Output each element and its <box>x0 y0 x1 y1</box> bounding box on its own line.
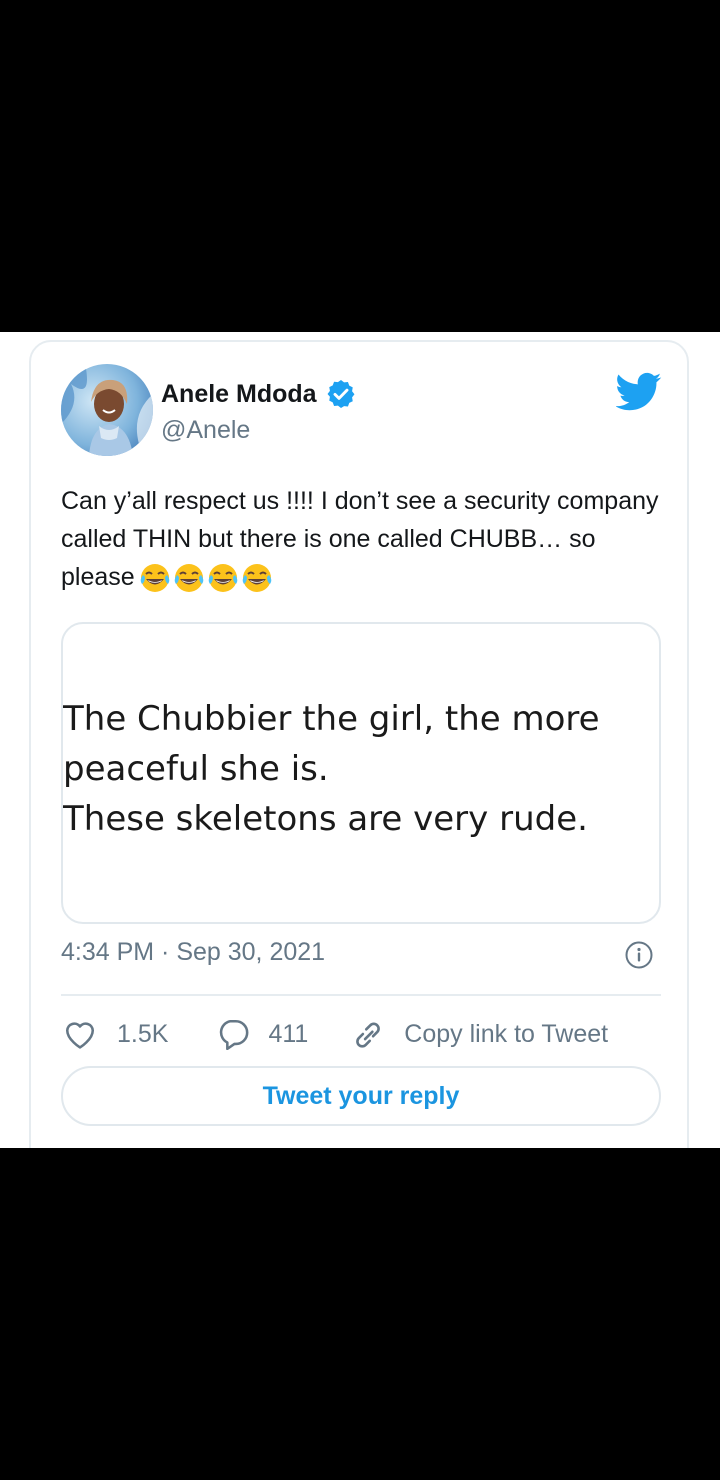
tweet-text: Can y’all respect us !!!! I don’t see a … <box>61 482 661 596</box>
reply-bubble-icon <box>220 1019 249 1050</box>
author-name[interactable]: Anele Mdoda <box>161 380 317 409</box>
twitter-bird-icon[interactable] <box>615 372 662 412</box>
like-button[interactable]: 1.5K <box>63 1018 168 1050</box>
info-icon[interactable] <box>624 940 654 970</box>
top-letterbox <box>0 0 720 332</box>
link-icon <box>356 1022 381 1048</box>
quoted-image[interactable]: The Chubbier the girl, the more peaceful… <box>61 622 661 924</box>
author-name-row: Anele Mdoda <box>161 378 357 410</box>
quoted-image-text: The Chubbier the girl, the more peaceful… <box>63 694 659 844</box>
quoted-line: peaceful she is. <box>63 749 329 789</box>
screenshot-band: Anele Mdoda @Anele Can y’all respect us … <box>0 332 720 1148</box>
copy-link-label: Copy link to Tweet <box>404 1019 609 1048</box>
reply-count-button[interactable]: 411 <box>216 1018 308 1050</box>
quoted-line: The Chubbier the girl, the more <box>63 699 600 739</box>
laughing-emoji-icon <box>173 562 205 594</box>
author-handle[interactable]: @Anele <box>161 416 250 445</box>
reply-count: 411 <box>268 1019 309 1048</box>
laughing-emoji-icon <box>139 562 171 594</box>
heart-icon <box>65 1022 95 1049</box>
like-count: 1.5K <box>117 1019 169 1048</box>
verified-badge-icon <box>325 378 357 410</box>
tweet-your-reply-button[interactable]: Tweet your reply <box>61 1066 661 1126</box>
bottom-letterbox <box>0 1148 720 1480</box>
quoted-line: These skeletons are very rude. <box>63 799 588 839</box>
tweet-timestamp[interactable]: 4:34 PM · Sep 30, 2021 <box>61 938 325 967</box>
tweet-actions: 1.5K 411 Copy link to Tweet <box>63 1014 663 1054</box>
avatar[interactable] <box>61 364 153 456</box>
laughing-emoji-icon <box>241 562 273 594</box>
laughing-emoji-icon <box>207 562 239 594</box>
emoji-group <box>139 562 273 594</box>
divider <box>61 994 661 996</box>
tweet-card: Anele Mdoda @Anele Can y’all respect us … <box>29 340 689 1148</box>
copy-link-button[interactable]: Copy link to Tweet <box>350 1018 608 1050</box>
